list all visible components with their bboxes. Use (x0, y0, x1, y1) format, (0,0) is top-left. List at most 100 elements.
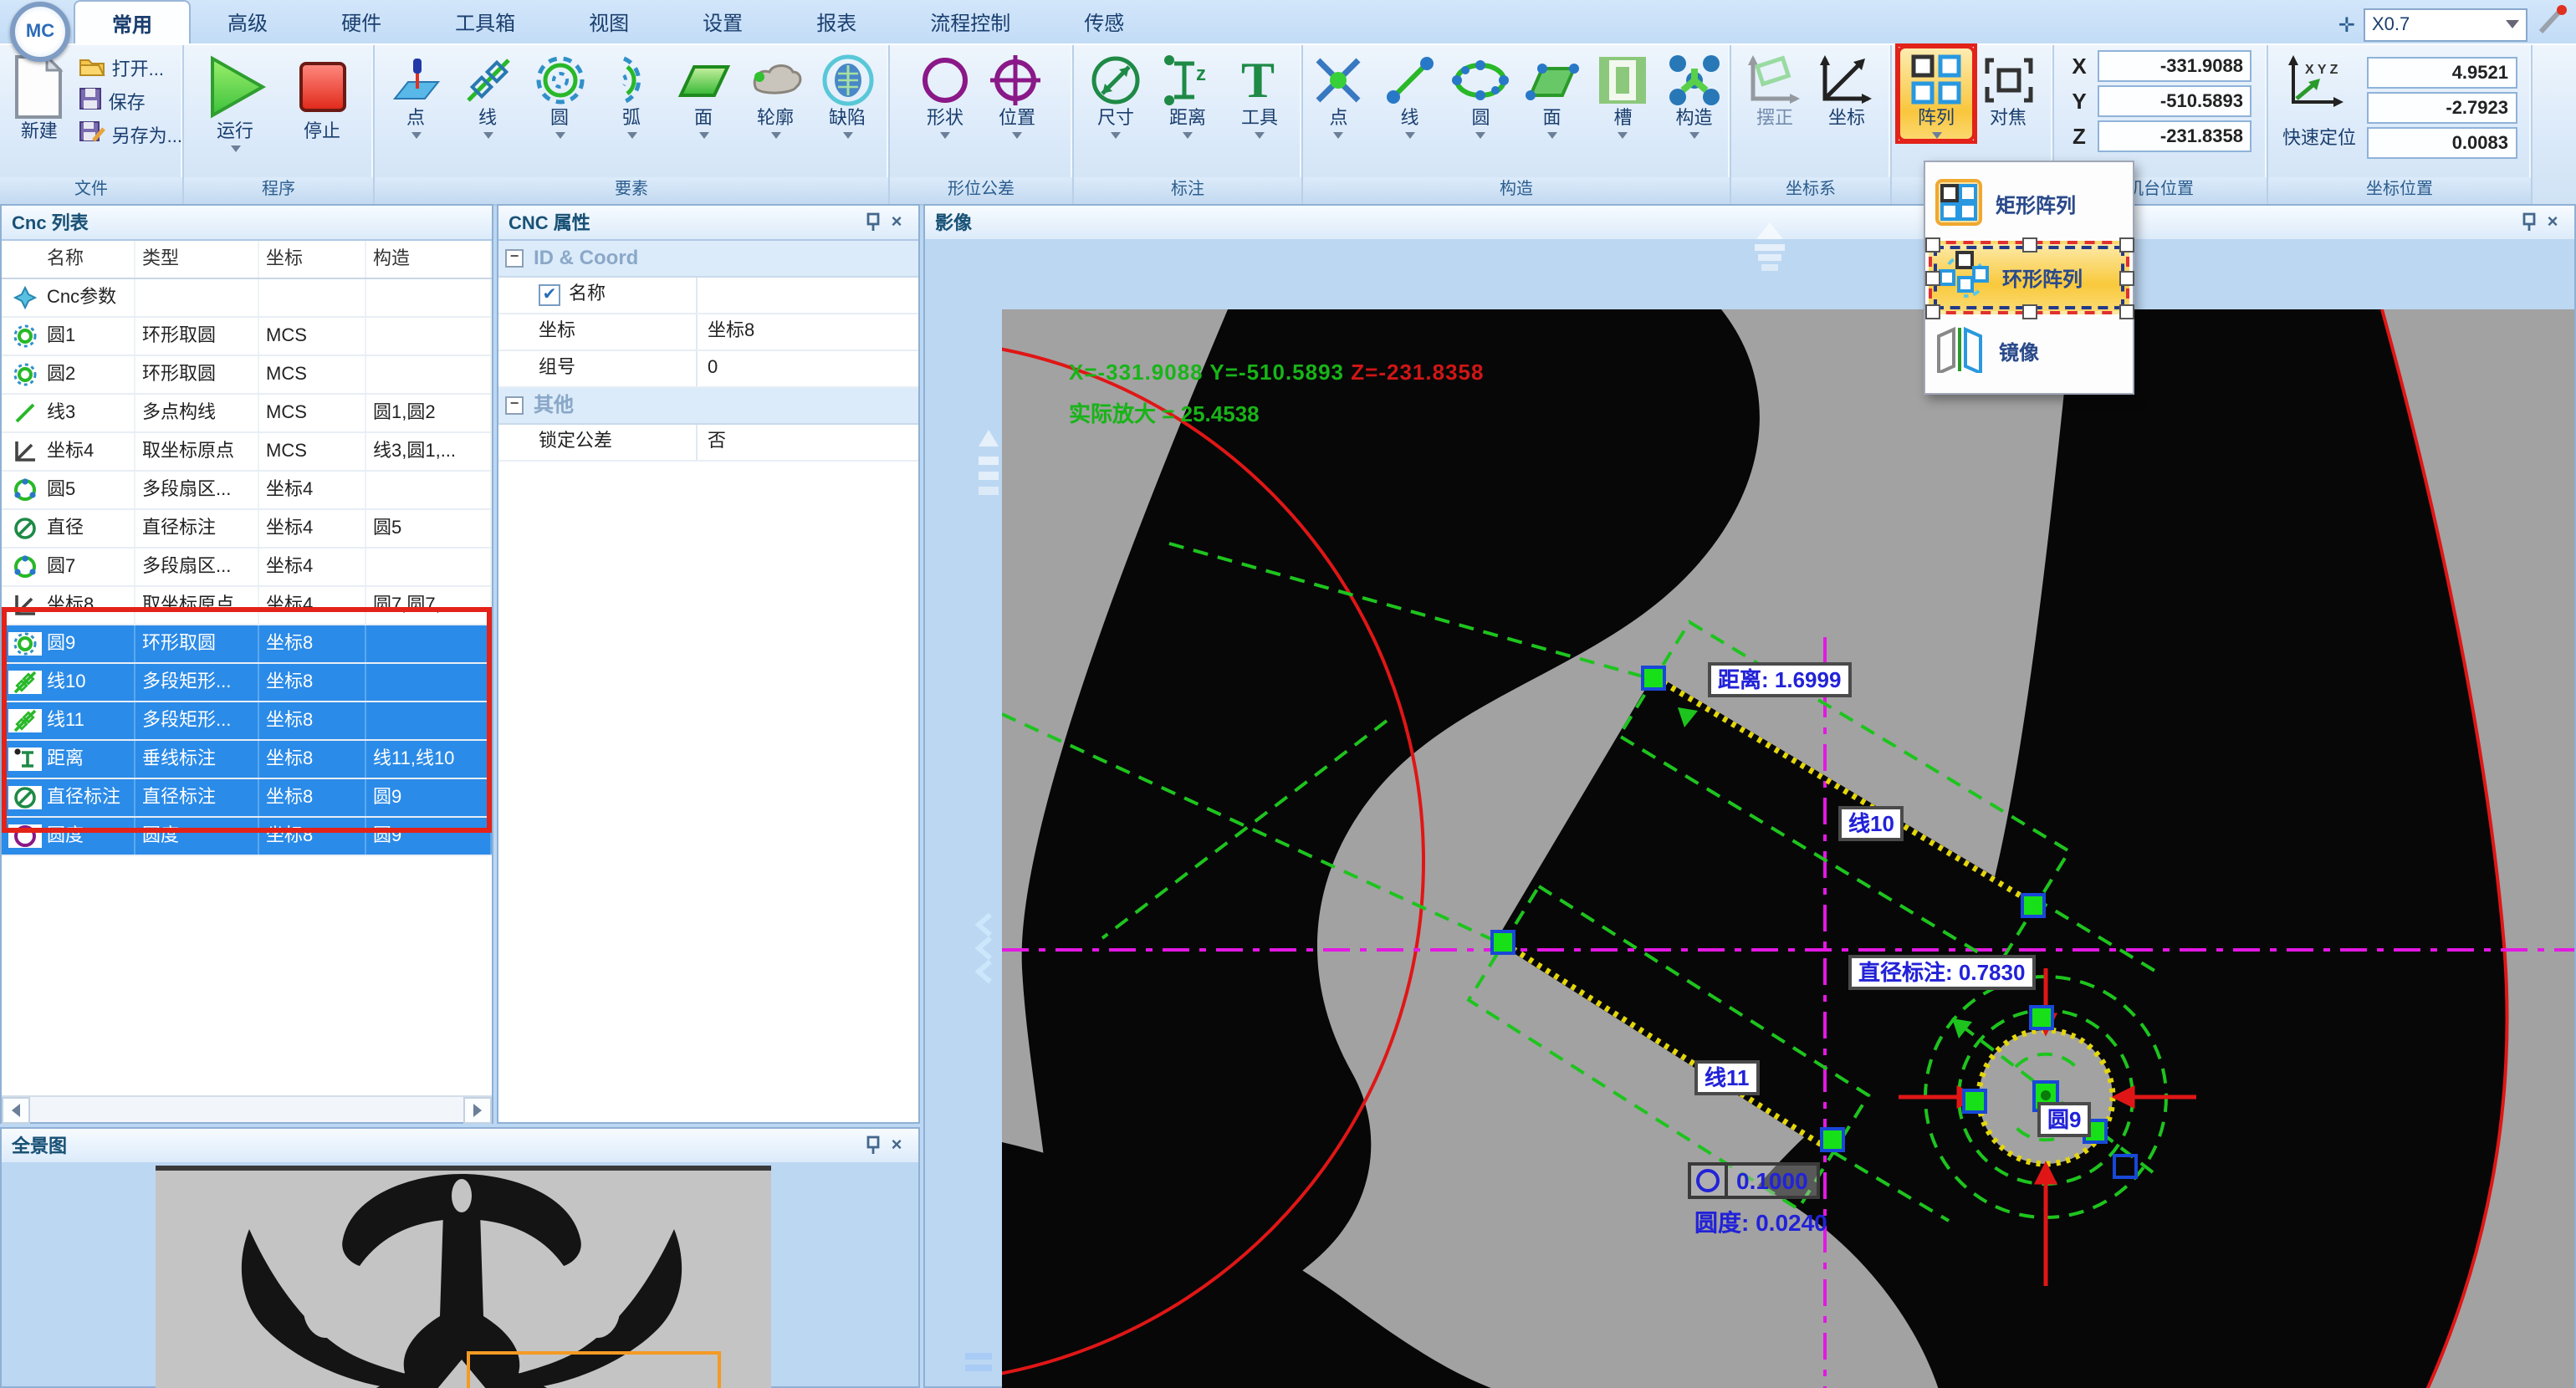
probe-pen-icon[interactable] (2536, 3, 2569, 45)
distance-annotation[interactable]: 距离: 1.6999 (1708, 662, 1851, 697)
bottom-left-handle-icon[interactable] (962, 1350, 995, 1385)
property-section-1[interactable]: −其他 (498, 388, 918, 425)
menu-tab-1[interactable]: 常用 (74, 0, 191, 45)
线-button[interactable]: 线 (1374, 48, 1445, 139)
view-region-rectangle[interactable] (467, 1351, 721, 1388)
工具-button[interactable]: T工具 (1224, 48, 1296, 139)
table-row-线3[interactable]: 线3多点构线MCS圆1,圆2 (2, 395, 492, 433)
property-row-名称[interactable]: ✔名称 (498, 278, 918, 314)
圆-button[interactable]: 圆 (1445, 48, 1516, 139)
cnc-properties-grid: −ID & Coord✔名称坐标坐标8组号0−其他锁定公差否 (498, 241, 918, 462)
打开-button[interactable]: 打开... (79, 55, 182, 82)
app-logo[interactable]: MC (10, 2, 70, 62)
轮廓-button[interactable]: 轮廓 (739, 48, 811, 139)
close-icon[interactable]: × (885, 1134, 908, 1157)
对焦-button[interactable]: 对焦 (1972, 48, 2044, 130)
camera-view[interactable]: X=-331.9088 Y=-510.5893 Z=-231.8358 实际放大… (1002, 309, 2574, 1388)
menu-tab-9[interactable]: 传感 (1047, 0, 1161, 43)
menu-tab-4[interactable]: 工具箱 (418, 0, 552, 43)
table-row-圆2[interactable]: 圆2环形取圆MCS (2, 356, 492, 395)
property-value-坐标[interactable]: 坐标8 (696, 314, 918, 350)
尺寸-button[interactable]: 尺寸 (1080, 48, 1152, 139)
table-row-圆9[interactable]: 圆9环形取圆坐标8 (2, 625, 492, 664)
close-icon[interactable]: × (2541, 211, 2564, 234)
diameter-annotation[interactable]: 直径标注: 0.7830 (1848, 955, 2035, 990)
property-row-锁定公差[interactable]: 锁定公差否 (498, 425, 918, 462)
menu-tab-8[interactable]: 流程控制 (893, 0, 1047, 43)
menu-item-矩形阵列[interactable]: 矩形阵列 (1929, 167, 2129, 241)
scroll-left-icon[interactable] (2, 1097, 30, 1124)
menu-tab-7[interactable]: 报表 (779, 0, 893, 43)
distance-icon (8, 748, 42, 771)
缺陷-button[interactable]: 缺陷 (811, 48, 883, 139)
停止-button[interactable]: 停止 (279, 48, 365, 144)
table-row-直径标注[interactable]: 直径标注直径标注坐标8圆9 (2, 779, 492, 818)
name-checkbox[interactable]: ✔ (539, 284, 560, 306)
点-button[interactable]: 点 (380, 48, 452, 139)
table-row-坐标4[interactable]: 坐标4取坐标原点MCS线3,圆1,... (2, 433, 492, 472)
menu-tab-6[interactable]: 设置 (666, 0, 779, 43)
位置-button[interactable]: 位置 (981, 48, 1053, 139)
property-row-坐标[interactable]: 坐标坐标8 (498, 314, 918, 351)
弧-button[interactable]: 弧 (595, 48, 667, 139)
property-section-0[interactable]: −ID & Coord (498, 241, 918, 278)
面-button[interactable]: 面 (667, 48, 739, 139)
距离-button[interactable]: z距离 (1152, 48, 1224, 139)
圆-button[interactable]: 圆 (524, 48, 595, 139)
阵列-button[interactable]: 阵列 (1900, 48, 1972, 139)
table-row-坐标8[interactable]: 坐标8取坐标原点坐标4圆7,圆7,... (2, 587, 492, 625)
table-row-直径[interactable]: 直径直径标注坐标4圆5 (2, 510, 492, 549)
table-row-圆度[interactable]: 圆度圆度坐标8圆9 (2, 818, 492, 856)
property-value-名称[interactable] (696, 278, 918, 313)
collapse-chevrons-icon[interactable] (972, 911, 995, 993)
table-row-线10[interactable]: 线10多段矩形...坐标8 (2, 664, 492, 702)
roundness-value-annotation[interactable]: 0.1000 (1688, 1162, 1820, 1199)
menu-tab-2[interactable]: 高级 (191, 0, 304, 43)
cnc-list-hscrollbar[interactable] (2, 1095, 492, 1122)
构造-button[interactable]: 构造 (1659, 48, 1730, 139)
scroll-right-icon[interactable] (463, 1097, 492, 1124)
另存为-button[interactable]: 另存为... (79, 120, 182, 149)
pin-icon[interactable] (861, 211, 885, 234)
运行-button[interactable]: 运行 (192, 48, 279, 152)
left-panel-handle-icon[interactable] (975, 426, 1002, 528)
quick-position-button[interactable]: X Y Z快速定位 (2282, 55, 2356, 151)
形状-button[interactable]: 形状 (909, 48, 981, 139)
save-as-floppy-icon (79, 120, 105, 149)
menu-tab-3[interactable]: 硬件 (304, 0, 418, 43)
menu-tab-5[interactable]: 视图 (552, 0, 666, 43)
circle9-annotation[interactable]: 圆9 (2037, 1102, 2091, 1137)
table-row-圆1[interactable]: 圆1环形取圆MCS (2, 318, 492, 356)
line10-annotation[interactable]: 线10 (1838, 806, 1904, 841)
collapse-icon[interactable]: − (505, 249, 524, 268)
focus-brackets-icon (1980, 52, 2037, 109)
槽-button[interactable]: 槽 (1587, 48, 1659, 139)
new-file-button[interactable]: 新建 (7, 48, 72, 144)
xyz-axes-icon: X Y Z (2282, 90, 2349, 119)
magnification-select[interactable]: X0.7 (2364, 8, 2527, 41)
marquee-handle (1925, 304, 1940, 319)
top-panel-handle-icon[interactable] (1740, 219, 1800, 284)
table-row-圆5[interactable]: 圆5多段扇区...坐标4 (2, 472, 492, 510)
table-row-距离[interactable]: 距离垂线标注坐标8线11,线10 (2, 741, 492, 779)
面-button[interactable]: 面 (1516, 48, 1587, 139)
table-row-Cnc参数[interactable]: Cnc参数 (2, 279, 492, 318)
menu-item-环形阵列[interactable]: 环形阵列 (1929, 241, 2129, 314)
line11-annotation[interactable]: 线11 (1694, 1060, 1760, 1095)
table-row-线11[interactable]: 线11多段矩形...坐标8 (2, 702, 492, 741)
property-row-组号[interactable]: 组号0 (498, 351, 918, 388)
pin-icon[interactable] (2517, 211, 2541, 234)
保存-button[interactable]: 保存 (79, 87, 182, 115)
table-row-圆7[interactable]: 圆7多段扇区...坐标4 (2, 549, 492, 587)
点-button[interactable]: 点 (1303, 48, 1374, 139)
property-value-组号[interactable]: 0 (696, 351, 918, 386)
menu-item-镜像[interactable]: 镜像 (1929, 314, 2129, 388)
线-button[interactable]: 线 (452, 48, 524, 139)
close-icon[interactable]: × (885, 211, 908, 234)
collapse-icon[interactable]: − (505, 396, 524, 415)
pin-icon[interactable] (861, 1134, 885, 1157)
chevron-down-icon (1255, 132, 1265, 139)
property-value-锁定公差[interactable]: 否 (696, 425, 918, 460)
坐标-button[interactable]: 坐标 (1811, 48, 1883, 130)
ribbon-toolbar: 新建打开...保存另存为...文件运行停止程序点线圆弧面轮廓缺陷要素形状位置形位… (0, 43, 2576, 206)
